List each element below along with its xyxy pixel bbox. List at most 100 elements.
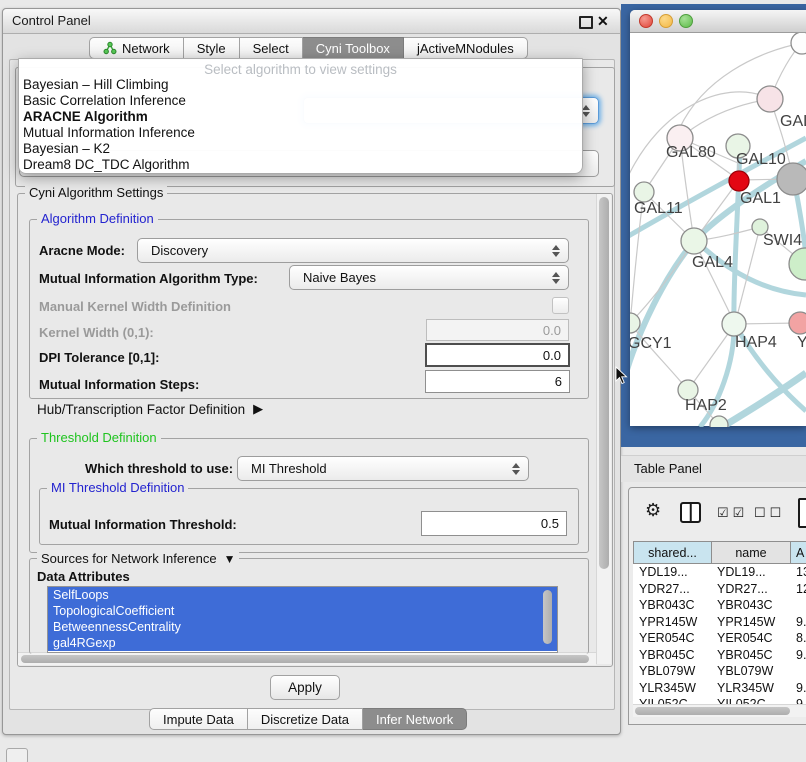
- node-label: GAL1: [740, 190, 781, 207]
- cell[interactable]: YBR045C: [633, 647, 711, 664]
- column-header[interactable]: A: [790, 541, 806, 564]
- node-hap4[interactable]: [722, 312, 746, 336]
- float-panel-icon[interactable]: [579, 16, 593, 29]
- hub-transcription-expander[interactable]: Hub/Transcription Factor Definition ▶: [37, 401, 263, 417]
- manual-kernel-width-checkbox[interactable]: [552, 297, 569, 314]
- combo-stepper-icon: [552, 272, 560, 284]
- table-horizontal-scrollbar-thumb[interactable]: [635, 707, 790, 715]
- mi-algorithm-type-combobox[interactable]: Naive Bayes: [289, 265, 569, 290]
- table-row[interactable]: YLR345WYLR345W9.: [633, 680, 806, 697]
- tab-discretize-data[interactable]: Discretize Data: [248, 708, 363, 730]
- table-row[interactable]: YDL19...YDL19...13: [633, 564, 806, 581]
- data-attributes-list[interactable]: SelfLoops TopologicalCoefficient Between…: [47, 586, 558, 653]
- dropdown-item[interactable]: Basic Correlation Inference: [19, 93, 582, 109]
- unchecked-columns-icon[interactable]: ☐☐: [754, 504, 785, 522]
- table-row[interactable]: YPR145WYPR145W9.: [633, 614, 806, 631]
- node[interactable]: [757, 86, 783, 112]
- cell[interactable]: YDR27...: [633, 581, 711, 598]
- close-window-button[interactable]: [639, 14, 653, 28]
- cell[interactable]: YBR043C: [711, 597, 790, 614]
- dropdown-item[interactable]: Bayesian – K2: [19, 141, 582, 157]
- node-gal1-selected[interactable]: [729, 171, 749, 191]
- table-row[interactable]: YDR27...YDR27...12: [633, 581, 806, 598]
- cell[interactable]: YBL079W: [633, 663, 711, 680]
- table-row[interactable]: YBL079WYBL079W: [633, 663, 806, 680]
- zoom-window-button[interactable]: [679, 14, 693, 28]
- cell[interactable]: 9.: [790, 680, 806, 697]
- list-item[interactable]: TopologicalCoefficient: [48, 603, 557, 619]
- sources-collapser[interactable]: Sources for Network Inference ▼: [37, 551, 239, 566]
- cell[interactable]: YDL19...: [633, 564, 711, 581]
- cell[interactable]: 9: [790, 696, 806, 704]
- mi-threshold-label: Mutual Information Threshold:: [49, 517, 237, 533]
- export-table-icon[interactable]: [798, 498, 806, 528]
- tab-jactivemnodules[interactable]: jActiveMNodules: [404, 37, 528, 59]
- which-threshold-combobox[interactable]: MI Threshold: [237, 456, 529, 481]
- kernel-width-field[interactable]: 0.0: [426, 319, 569, 341]
- tab-infer-network-label: Infer Network: [376, 712, 453, 727]
- cell[interactable]: [790, 663, 806, 680]
- checked-columns-icon[interactable]: ☑☑: [717, 504, 748, 522]
- tab-style[interactable]: Style: [184, 37, 240, 59]
- cell[interactable]: 9.: [790, 647, 806, 664]
- cell[interactable]: YDR27...: [711, 581, 790, 598]
- cell[interactable]: 12: [790, 581, 806, 598]
- cell[interactable]: YPR145W: [711, 614, 790, 631]
- list-item[interactable]: gal4RGexp: [48, 635, 557, 651]
- dropdown-item[interactable]: Dream8 DC_TDC Algorithm: [19, 157, 582, 173]
- aracne-mode-combobox[interactable]: Discovery: [137, 238, 569, 263]
- dock-panel-button[interactable]: [6, 748, 28, 762]
- column-header-shared-name[interactable]: shared...: [633, 541, 711, 564]
- cell[interactable]: YBL079W: [711, 663, 790, 680]
- list-item[interactable]: SelfLoops: [48, 587, 557, 603]
- table-row[interactable]: YER054CYER054C8.: [633, 630, 806, 647]
- gear-icon[interactable]: ⚙: [645, 501, 665, 519]
- table-panel-titlebar: Table Panel: [621, 455, 806, 482]
- column-header-name[interactable]: name: [711, 541, 790, 564]
- cell[interactable]: 13: [790, 564, 806, 581]
- attribute-list-scrollbar-thumb[interactable]: [543, 590, 552, 644]
- tab-impute-data[interactable]: Impute Data: [149, 708, 248, 730]
- dropdown-item[interactable]: Bayesian – Hill Climbing: [19, 77, 582, 93]
- table-horizontal-scrollbar[interactable]: [633, 704, 806, 717]
- list-item[interactable]: BetweennessCentrality: [48, 619, 557, 635]
- cell[interactable]: 9.: [790, 614, 806, 631]
- node[interactable]: [789, 312, 806, 334]
- cell[interactable]: YER054C: [711, 630, 790, 647]
- minimize-window-button[interactable]: [659, 14, 673, 28]
- network-canvas[interactable]: GAL GAL80 GAL10 GAL1 GAL11 GAL4 SWI4 GCY…: [630, 33, 806, 427]
- tab-infer-network[interactable]: Infer Network: [363, 708, 467, 730]
- cell[interactable]: YBR043C: [633, 597, 711, 614]
- dropdown-item[interactable]: Mutual Information Inference: [19, 125, 582, 141]
- tab-select[interactable]: Select: [240, 37, 303, 59]
- network-view-window: GAL GAL80 GAL10 GAL1 GAL11 GAL4 SWI4 GCY…: [630, 10, 806, 426]
- table-row[interactable]: YBR043CYBR043C: [633, 597, 806, 614]
- columns-icon[interactable]: [680, 502, 701, 523]
- settings-horizontal-scrollbar-thumb[interactable]: [21, 655, 589, 663]
- node-gal4[interactable]: [681, 228, 707, 254]
- tab-network[interactable]: Network: [89, 37, 184, 59]
- mi-steps-field[interactable]: 6: [425, 370, 570, 393]
- cell[interactable]: YLR345W: [711, 680, 790, 697]
- apply-button[interactable]: Apply: [270, 675, 340, 700]
- table-row[interactable]: YIL052CYIL052C9: [633, 696, 806, 704]
- settings-vertical-scrollbar[interactable]: [596, 194, 611, 664]
- cell[interactable]: 8.: [790, 630, 806, 647]
- close-panel-icon[interactable]: ✕: [597, 14, 609, 28]
- node[interactable]: [791, 33, 806, 54]
- cell[interactable]: YDL19...: [711, 564, 790, 581]
- cell[interactable]: YPR145W: [633, 614, 711, 631]
- dropdown-item-selected[interactable]: ARACNE Algorithm: [19, 109, 582, 125]
- dpi-tolerance-field[interactable]: 0.0: [425, 343, 570, 367]
- cell[interactable]: YIL052C: [711, 696, 790, 704]
- settings-vertical-scrollbar-thumb[interactable]: [599, 197, 609, 569]
- mi-threshold-field[interactable]: 0.5: [421, 511, 567, 536]
- cell[interactable]: YBR045C: [711, 647, 790, 664]
- cell[interactable]: YIL052C: [633, 696, 711, 704]
- cell[interactable]: [790, 597, 806, 614]
- node-gal11[interactable]: [634, 182, 654, 202]
- cell[interactable]: YLR345W: [633, 680, 711, 697]
- cell[interactable]: YER054C: [633, 630, 711, 647]
- table-row[interactable]: YBR045CYBR045C9.: [633, 647, 806, 664]
- tab-cyni-toolbox[interactable]: Cyni Toolbox: [303, 37, 404, 59]
